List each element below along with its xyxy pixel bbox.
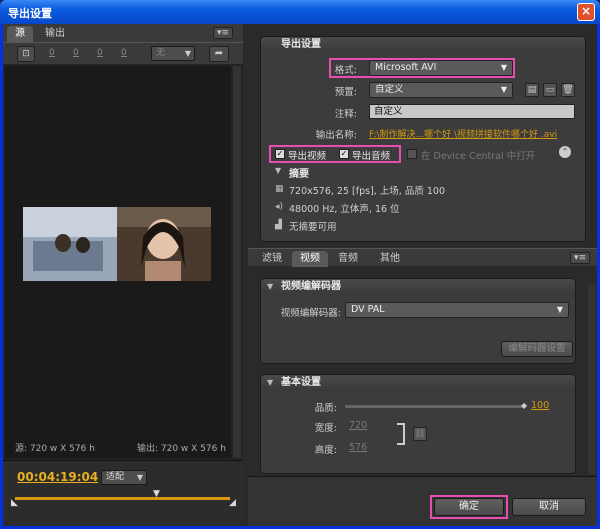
panel-menu-icon[interactable]: ▾≡ <box>570 252 590 264</box>
crop-icon[interactable]: ⊡ <box>17 46 35 62</box>
preview-frame-image <box>23 207 211 281</box>
quality-value[interactable]: 100 <box>531 400 549 411</box>
crop-right[interactable]: 0 <box>97 48 103 58</box>
height-value[interactable]: 576 <box>349 442 367 453</box>
cancel-button[interactable]: 取消 <box>512 498 586 516</box>
codec-value: DV PAL <box>351 304 385 315</box>
tab-output[interactable]: 输出 <box>37 26 73 42</box>
comment-label: 注释: <box>334 109 357 120</box>
chart-icon: ▟ <box>275 220 282 230</box>
source-output-tabs: 源 输出 ▾≡ <box>3 24 243 42</box>
export-settings-header: 导出设置 <box>261 37 585 53</box>
summary-audio: 48000 Hz, 立体声, 16 位 <box>289 204 400 215</box>
format-label: 格式: <box>334 65 357 76</box>
timeline-bar: 00:04:19:04 适配 ▼ <box>3 460 243 526</box>
chevron-down-icon: ▼ <box>556 305 563 314</box>
format-value: Microsoft AVI <box>375 62 437 73</box>
link-icon[interactable]: ⛓ <box>413 427 427 441</box>
comment-input[interactable]: 自定义 <box>369 104 575 119</box>
import-preset-icon[interactable]: ▭ <box>543 83 557 97</box>
window-title: 导出设置 <box>8 7 52 20</box>
codec-toggle-icon[interactable]: ▼ <box>267 282 273 291</box>
output-dimensions: 输出: 720 w X 576 h <box>137 444 226 454</box>
tab-other[interactable]: 其他 <box>372 251 408 267</box>
video-codec-header: 视频编解码器 <box>261 279 575 295</box>
chevron-down-icon: ▼ <box>184 49 191 58</box>
crop-toolbar: ⊡ 0 0 0 0 无 ▼ ➦ <box>3 42 243 64</box>
close-icon[interactable]: × <box>577 3 595 21</box>
source-dimensions: 源: 720 w X 576 h <box>15 444 95 454</box>
preset-label: 预置: <box>334 87 357 98</box>
in-point-icon[interactable]: ◣ <box>11 498 18 508</box>
preset-value: 自定义 <box>375 84 404 95</box>
video-codec-group: ▼ 视频编解码器 视频编解码器: DV PAL ▼ 编解码器设置 <box>260 278 576 364</box>
tab-audio[interactable]: 音频 <box>330 251 366 267</box>
width-value[interactable]: 720 <box>349 420 367 431</box>
export-audio-label: 导出音频 <box>352 151 391 162</box>
client-area: 源 输出 ▾≡ ⊡ 0 0 0 0 无 ▼ ➦ 源: 720 w X 576 h… <box>3 24 597 526</box>
title-bar: 导出设置 × <box>0 0 600 24</box>
height-label: 高度: <box>314 445 337 456</box>
crop-bottom[interactable]: 0 <box>121 48 127 58</box>
settings-scrollbar[interactable] <box>588 284 596 474</box>
export-video-label: 导出视频 <box>288 151 327 162</box>
settings-panel: 导出设置 格式: Microsoft AVI ▼ 预置: 自定义 ▼ ▤ ▭ 🗑 注… <box>248 24 597 526</box>
device-central-checkbox[interactable] <box>407 149 417 159</box>
chevron-down-icon: ▼ <box>500 85 507 94</box>
export-audio-checkbox[interactable]: ✓ <box>339 149 349 159</box>
viewer-scrollbar[interactable] <box>233 66 241 458</box>
basic-settings-group: ▼ 基本设置 品质: ◆ 100 宽度: 720 高度: 576 ⛓ <box>260 374 576 474</box>
format-select[interactable]: Microsoft AVI ▼ <box>369 60 513 76</box>
preview-panel: 源 输出 ▾≡ ⊡ 0 0 0 0 无 ▼ ➦ 源: 720 w X 576 h… <box>3 24 243 526</box>
output-name-link[interactable]: F:\制作解决...哪个好 \视频拼接软件哪个好 .avi <box>369 127 579 140</box>
fit-value: 适配 <box>106 472 125 482</box>
crop-preset-select[interactable]: 无 ▼ <box>151 46 195 61</box>
panel-menu-icon[interactable]: ▾≡ <box>213 27 233 39</box>
export-settings-group: 导出设置 格式: Microsoft AVI ▼ 预置: 自定义 ▼ ▤ ▭ 🗑 注… <box>260 36 586 242</box>
basic-settings-header: 基本设置 <box>261 375 575 391</box>
codec-settings-button[interactable]: 编解码器设置 <box>501 341 573 357</box>
quality-slider[interactable] <box>345 405 525 408</box>
chevron-down-icon: ▼ <box>136 473 143 482</box>
link-bracket <box>397 423 405 445</box>
crop-left[interactable]: 0 <box>49 48 55 58</box>
summary-none: 无摘要可用 <box>289 222 337 233</box>
summary-header: 摘要 <box>289 169 309 180</box>
rotate-icon[interactable]: ➦ <box>209 46 229 62</box>
collapse-icon[interactable]: ⌃ <box>559 146 571 158</box>
save-preset-icon[interactable]: ▤ <box>525 83 539 97</box>
crop-top[interactable]: 0 <box>73 48 79 58</box>
slider-thumb-icon[interactable]: ◆ <box>521 401 527 410</box>
export-settings-window: 导出设置 × 源 输出 ▾≡ ⊡ 0 0 0 0 无 ▼ ➦ 源: 720 w … <box>0 0 600 529</box>
dialog-button-bar: 确定 取消 <box>248 476 597 526</box>
settings-tabs: 滤镜 视频 音频 其他 ▾≡ <box>248 248 597 267</box>
film-icon: ▦ <box>275 184 284 194</box>
timeline-range[interactable] <box>15 497 230 500</box>
chevron-down-icon: ▼ <box>500 63 507 72</box>
playhead-icon[interactable]: ▼ <box>153 489 160 499</box>
timecode[interactable]: 00:04:19:04 <box>17 470 98 484</box>
width-label: 宽度: <box>314 423 337 434</box>
fit-select[interactable]: 适配 ▼ <box>101 470 147 485</box>
out-point-icon[interactable]: ◢ <box>229 498 236 508</box>
tab-filters[interactable]: 滤镜 <box>254 251 290 267</box>
summary-toggle-icon[interactable]: ▼ <box>275 166 281 175</box>
basic-toggle-icon[interactable]: ▼ <box>267 378 273 387</box>
codec-label: 视频编解码器: <box>280 308 341 319</box>
speaker-icon: ◂) <box>275 202 284 212</box>
output-name-label: 输出名称: <box>315 130 357 141</box>
summary-video: 720x576, 25 [fps], 上场, 品质 100 <box>289 186 446 197</box>
delete-preset-icon[interactable]: 🗑 <box>561 83 575 97</box>
export-video-checkbox[interactable]: ✓ <box>275 149 285 159</box>
ok-button[interactable]: 确定 <box>434 498 504 516</box>
tab-source[interactable]: 源 <box>7 26 33 42</box>
codec-select[interactable]: DV PAL ▼ <box>345 302 569 318</box>
preset-select[interactable]: 自定义 ▼ <box>369 82 513 98</box>
device-central-label: 在 Device Central 中打开 <box>421 151 536 162</box>
quality-label: 品质: <box>314 403 337 414</box>
tab-video[interactable]: 视频 <box>292 251 328 267</box>
crop-preset-value: 无 <box>156 48 166 58</box>
